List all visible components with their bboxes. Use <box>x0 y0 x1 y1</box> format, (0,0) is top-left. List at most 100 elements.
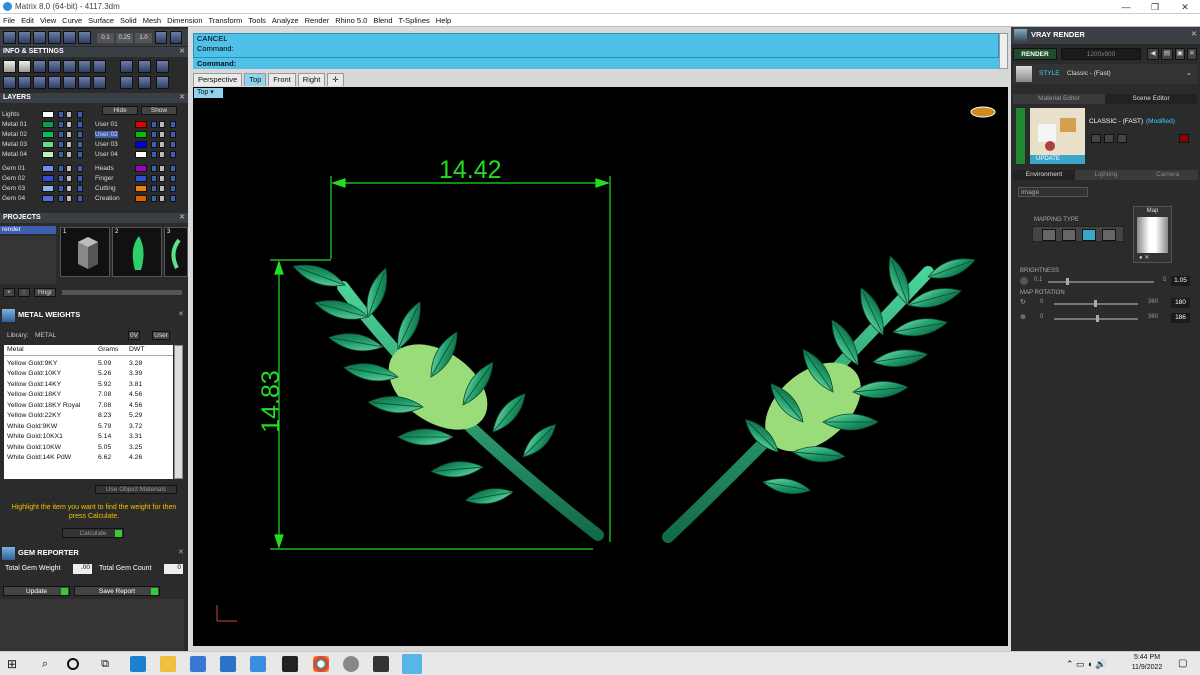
info-icon-6[interactable] <box>78 60 91 73</box>
info-icon-13[interactable] <box>33 76 46 89</box>
zoom-icon[interactable] <box>250 656 266 672</box>
calculate-button[interactable]: Calculate <box>62 528 124 538</box>
layer-select-icon[interactable] <box>77 111 83 118</box>
file-explorer-icon[interactable] <box>160 656 176 672</box>
mapping-cube-icon[interactable] <box>1062 229 1076 241</box>
tool-icon-3[interactable] <box>33 31 46 44</box>
project-item[interactable]: render <box>0 226 56 234</box>
layer-visibility-icon[interactable] <box>66 185 72 192</box>
scene-update-button[interactable]: UPDATE <box>1030 155 1085 164</box>
layer-select-icon[interactable] <box>170 121 176 128</box>
layer-color-swatch[interactable] <box>42 151 54 158</box>
snap-value-1[interactable]: 0.1 <box>97 33 114 43</box>
layer-color-swatch[interactable] <box>42 141 54 148</box>
tab-camera[interactable]: Camera <box>1137 170 1198 180</box>
mapping-sphere-icon[interactable] <box>1102 229 1116 241</box>
library-btn-a[interactable]: 0V <box>128 331 140 340</box>
hngr-button[interactable]: Hngr <box>34 288 56 297</box>
layer-visibility-icon[interactable] <box>66 131 72 138</box>
info-icon-14[interactable] <box>48 76 61 89</box>
resolution-field[interactable]: 1200x900 <box>1061 48 1141 60</box>
layer-visibility-icon[interactable] <box>159 141 165 148</box>
layer-row[interactable]: Finger <box>95 174 185 183</box>
menu-file[interactable]: File <box>0 14 18 26</box>
tool-icon-1[interactable] <box>3 31 16 44</box>
menu-surface[interactable]: Surface <box>85 14 117 26</box>
rot1-thumb[interactable] <box>1094 300 1097 307</box>
layer-color-swatch[interactable] <box>42 131 54 138</box>
menu-solid[interactable]: Solid <box>117 14 140 26</box>
info-icon-20[interactable] <box>156 76 169 89</box>
layer-select-icon[interactable] <box>77 175 83 182</box>
menu-tsplines[interactable]: T-Splines <box>396 14 433 26</box>
vray-tool-2[interactable]: ▤ <box>1161 48 1173 60</box>
hide-button[interactable]: Hide <box>102 106 138 115</box>
tool-icon-4[interactable] <box>48 31 61 44</box>
preset-tool-2[interactable] <box>1104 134 1114 143</box>
menu-edit[interactable]: Edit <box>18 14 37 26</box>
layer-row[interactable]: User 03 <box>95 140 185 149</box>
tool-icon-6[interactable] <box>78 31 91 44</box>
layer-lock-icon[interactable] <box>58 131 64 138</box>
layer-select-icon[interactable] <box>170 151 176 158</box>
info-icon-9[interactable] <box>138 60 151 73</box>
layer-select-icon[interactable] <box>77 185 83 192</box>
app-icon-red[interactable] <box>282 656 298 672</box>
preset-tool-3[interactable] <box>1117 134 1127 143</box>
menu-help[interactable]: Help <box>433 14 454 26</box>
info-icon-17[interactable] <box>93 76 106 89</box>
layer-lock-icon[interactable] <box>58 195 64 202</box>
snap-value-2[interactable]: 0.25 <box>116 33 133 43</box>
info-icon-16[interactable] <box>78 76 91 89</box>
add-project-button[interactable]: + <box>3 288 15 297</box>
rhino-icon[interactable] <box>343 656 359 672</box>
layer-lock-icon[interactable] <box>151 141 157 148</box>
layer-lock-icon[interactable] <box>58 141 64 148</box>
tab-scene-editor[interactable]: Scene Editor <box>1105 94 1197 104</box>
close-button[interactable]: ✕ <box>1172 0 1198 14</box>
layer-lock-icon[interactable] <box>151 151 157 158</box>
metal-weights-close-icon[interactable]: ✕ <box>178 310 184 318</box>
menu-mesh[interactable]: Mesh <box>140 14 164 26</box>
tab-material-editor[interactable]: Material Editor <box>1013 94 1105 104</box>
info-icon-3[interactable] <box>33 60 46 73</box>
env-type-select[interactable]: Image <box>1018 187 1088 197</box>
menu-curve[interactable]: Curve <box>59 14 85 26</box>
brightness-thumb[interactable] <box>1066 278 1069 285</box>
tab-top[interactable]: Top <box>244 73 267 86</box>
layer-color-swatch[interactable] <box>42 121 54 128</box>
tab-perspective[interactable]: Perspective <box>193 73 243 86</box>
viewport[interactable]: Top ▾ 14.42 14.83 <box>193 87 1008 646</box>
layer-visibility-icon[interactable] <box>159 195 165 202</box>
layer-select-icon[interactable] <box>77 141 83 148</box>
layer-visibility-icon[interactable] <box>66 175 72 182</box>
preset-delete-icon[interactable] <box>1179 134 1189 143</box>
menu-transform[interactable]: Transform <box>206 14 246 26</box>
task-view-icon[interactable]: ⧉ <box>97 656 113 672</box>
vray-tool-3[interactable]: ▣ <box>1175 48 1185 60</box>
gem-reporter-close-icon[interactable]: ✕ <box>178 548 184 556</box>
layer-row[interactable]: Metal 02 <box>2 130 92 139</box>
layer-visibility-icon[interactable] <box>159 175 165 182</box>
menu-rhino[interactable]: Rhino 5.0 <box>332 14 370 26</box>
app-icon-dark[interactable] <box>373 656 389 672</box>
layer-row[interactable]: Metal 01 <box>2 120 92 129</box>
project-thumb-3[interactable]: 3 <box>164 227 188 277</box>
layer-color-swatch[interactable] <box>135 185 147 192</box>
layer-lock-icon[interactable] <box>151 165 157 172</box>
info-icon-19[interactable] <box>138 76 151 89</box>
info-icon-4[interactable] <box>48 60 61 73</box>
command-input[interactable]: Command: <box>193 57 999 69</box>
menu-blend[interactable]: Blend <box>370 14 395 26</box>
layer-row[interactable]: Cutting <box>95 184 185 193</box>
info-icon-18[interactable] <box>120 76 133 89</box>
layer-lock-icon[interactable] <box>58 151 64 158</box>
layer-row[interactable]: Creation <box>95 194 185 203</box>
layer-select-icon[interactable] <box>170 141 176 148</box>
layer-color-swatch[interactable] <box>135 141 147 148</box>
vray-tool-4[interactable]: ✕ <box>1187 48 1197 60</box>
layer-visibility-icon[interactable] <box>159 131 165 138</box>
info-icon-15[interactable] <box>63 76 76 89</box>
layer-lock-icon[interactable] <box>58 185 64 192</box>
layer-color-swatch[interactable] <box>135 165 147 172</box>
